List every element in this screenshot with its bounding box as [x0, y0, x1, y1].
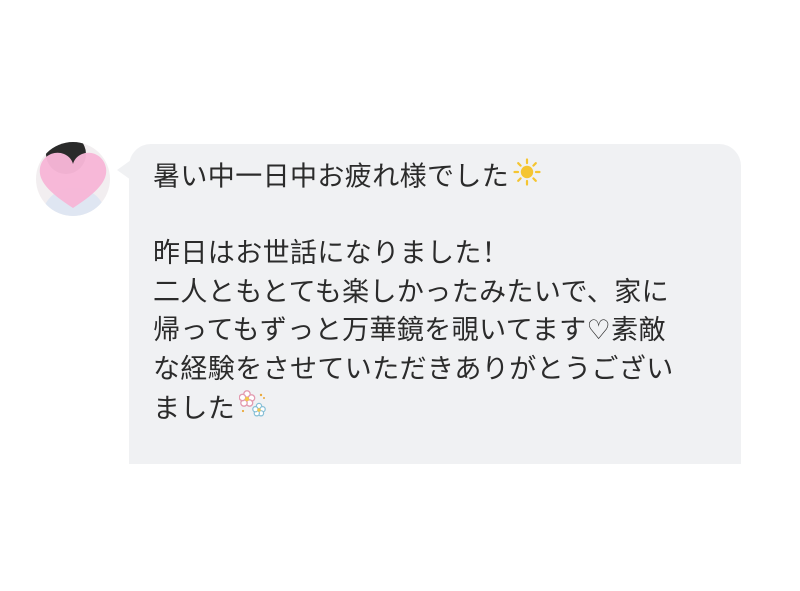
avatar[interactable] [36, 142, 110, 216]
message-line-6: ました [153, 389, 723, 428]
message-line-5: な経験をさせていただきありがとうござい [153, 353, 674, 385]
message-line-1: 暑い中一日中お疲れ様でした [153, 158, 723, 197]
flowers-icon [238, 389, 269, 431]
pink-heart-icon [39, 152, 107, 208]
message-line-3: 二人ともとても楽しかったみたいで、家に [153, 276, 670, 308]
sun-icon [513, 158, 541, 198]
message-line-2: 昨日はお世話になりました！ [153, 238, 510, 269]
chat-view: 暑い中一日中お疲れ様でした 昨日はお世話になりました！ 二人ともとても楽しかった… [0, 0, 800, 591]
message-line-4: 帰ってもずっと万華鏡を覗いてます♡素敵 [153, 315, 666, 346]
message-text: 暑い中一日中お疲れ様でした 昨日はお世話になりました！ 二人ともとても楽しかった… [153, 158, 723, 428]
